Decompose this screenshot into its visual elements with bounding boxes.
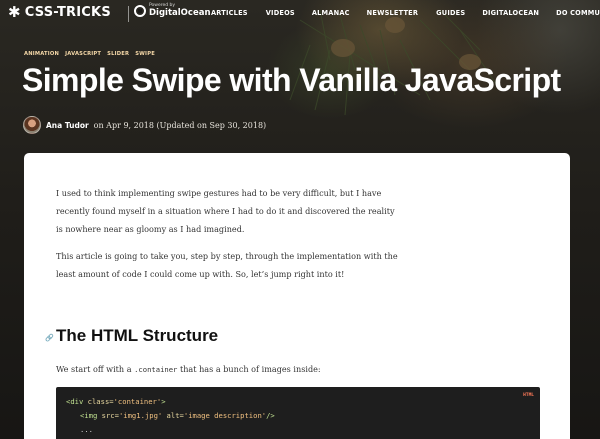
nav-guides[interactable]: GUIDES	[436, 9, 465, 17]
p2-line-1: This article is going to take you, step …	[56, 251, 398, 261]
p3-text-after: that has a bunch of images inside:	[177, 364, 321, 374]
post-byline: Ana Tudor on Apr 9, 2018 (Updated on Sep…	[23, 116, 266, 134]
section-heading: The HTML Structure	[56, 326, 219, 345]
code-line-1: <div class='container'>	[66, 397, 166, 406]
p3-text-before: We start off with a	[56, 364, 135, 374]
nav-do-community[interactable]: DO COMMUNITY	[556, 9, 600, 17]
nav-digitalocean[interactable]: DIGITALOCEAN	[482, 9, 539, 17]
sponsor-name: DigitalOcean	[149, 7, 211, 18]
post-date: on Apr 9, 2018 (Updated on Sep 30, 2018)	[93, 120, 267, 130]
tag-animation[interactable]: ANIMATION	[24, 51, 59, 57]
nav-almanac[interactable]: ALMANAC	[312, 9, 350, 17]
code-line-3: ...	[80, 425, 93, 434]
tag-javascript[interactable]: JAVASCRIPT	[65, 51, 101, 57]
css-tricks-logo[interactable]: ✱ CSS-TRICKS	[8, 3, 111, 21]
author-name[interactable]: Ana Tudor	[46, 121, 89, 130]
code-line-2: <img src='img1.jpg' alt='image descripti…	[80, 411, 275, 420]
html-code-block: HTML <div class='container'> <img src='i…	[56, 387, 540, 439]
code-language-label: HTML	[523, 393, 534, 398]
logo-text: CSS-TRICKS	[24, 5, 111, 20]
anchor-link-icon[interactable]: 🔗	[45, 334, 54, 342]
main-nav: ARTICLES VIDEOS ALMANAC NEWSLETTER GUIDE…	[211, 9, 600, 17]
p1-line-2: recently found myself in a situation whe…	[56, 206, 395, 216]
post-tags: ANIMATION JAVASCRIPT SLIDER SWIPE	[24, 51, 155, 57]
top-navigation-bar: ✱ CSS-TRICKS Powered by DigitalOcean ART…	[0, 0, 600, 28]
digitalocean-icon	[134, 4, 146, 17]
nav-videos[interactable]: VIDEOS	[266, 9, 295, 17]
nav-newsletter[interactable]: NEWSLETTER	[367, 9, 418, 17]
p1-line-3: is nowhere near as gloomy as I had imagi…	[56, 224, 245, 234]
tag-slider[interactable]: SLIDER	[107, 51, 129, 57]
p2-line-2: least amount of code I could come up wit…	[56, 269, 345, 279]
asterisk-logo-icon: ✱	[8, 3, 21, 21]
post-title: Simple Swipe with Vanilla JavaScript	[22, 62, 561, 98]
nav-articles[interactable]: ARTICLES	[211, 9, 248, 17]
inline-code-container: .container	[134, 365, 178, 374]
article-paragraph-1: I used to think implementing swipe gestu…	[56, 184, 416, 238]
author-avatar[interactable]	[23, 116, 41, 134]
p1-line-1: I used to think implementing swipe gestu…	[56, 188, 382, 198]
tag-swipe[interactable]: SWIPE	[135, 51, 155, 57]
sponsor-small-text: Powered by	[149, 3, 176, 8]
logo-divider	[128, 6, 129, 22]
digitalocean-sponsor-logo[interactable]: Powered by DigitalOcean	[134, 3, 211, 18]
article-paragraph-3: We start off with a .container that has …	[56, 360, 416, 379]
article-paragraph-2: This article is going to take you, step …	[56, 247, 416, 283]
